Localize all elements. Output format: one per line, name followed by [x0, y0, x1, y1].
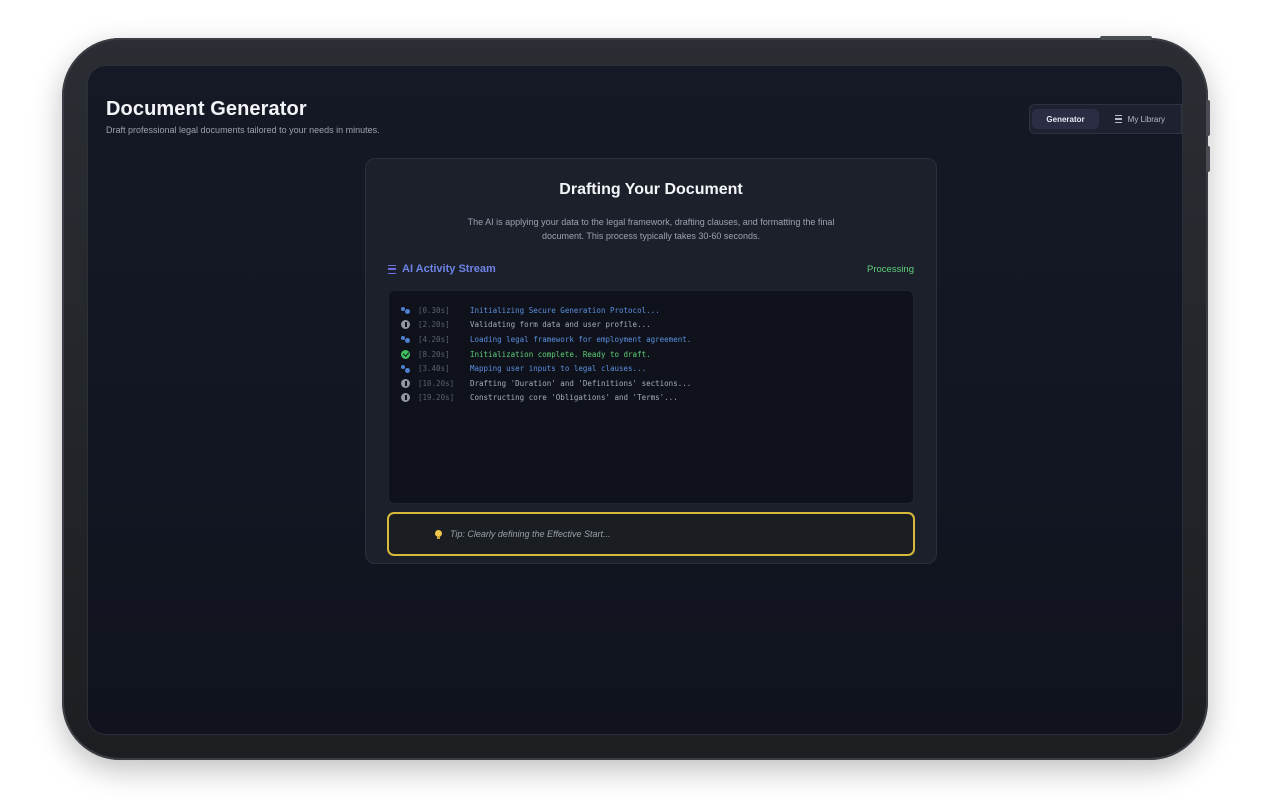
page-title: Document Generator — [106, 98, 307, 120]
log-message: Validating form data and user profile... — [470, 320, 651, 330]
app-header: Document Generator Draft professional le… — [106, 98, 380, 135]
status-badge: Processing — [867, 263, 914, 275]
log-message: Initializing Secure Generation Protocol.… — [470, 305, 660, 315]
log-message: Constructing core 'Obligations' and 'Ter… — [470, 393, 678, 403]
lightbulb-icon — [435, 529, 442, 539]
log-timestamp: [8.20s] — [418, 349, 450, 359]
log-timestamp: [3.40s] — [418, 364, 450, 374]
library-tab[interactable]: My Library — [1101, 109, 1179, 129]
info-icon — [401, 320, 410, 330]
drafting-card: Drafting Your Document The AI is applyin… — [365, 158, 937, 564]
view-switcher: Generator My Library — [1029, 104, 1182, 134]
log-message: Loading legal framework for employment a… — [470, 334, 692, 344]
processing-icon — [401, 306, 410, 315]
info-icon — [401, 378, 410, 388]
log-timestamp: [0.30s] — [418, 305, 450, 315]
tip-box: Tip: Clearly defining the Effective Star… — [387, 512, 915, 556]
card-description: The AI is applying your data to the lega… — [467, 217, 835, 241]
page-subtitle: Draft professional legal documents tailo… — [106, 125, 380, 135]
processing-icon — [401, 335, 410, 344]
device-top-button — [1100, 36, 1152, 40]
activity-log[interactable]: [0.30s] Initializing Secure Generation Pr… — [388, 290, 914, 504]
activity-stream-label: AI Activity Stream — [402, 263, 496, 275]
log-line: [2.20s] Validating form data and user pro… — [389, 318, 913, 333]
activity-stream-header: AI Activity Stream Processing — [388, 263, 914, 275]
log-message: Initialization complete. Ready to draft. — [470, 349, 651, 359]
generator-tab-label: Generator — [1046, 114, 1085, 124]
log-timestamp: [4.20s] — [418, 334, 450, 344]
check-icon — [401, 349, 410, 359]
log-timestamp: [2.20s] — [418, 320, 450, 330]
log-line: [0.30s] Initializing Secure Generation Pr… — [389, 303, 913, 318]
log-line: [4.20s] Loading legal framework for emplo… — [389, 332, 913, 347]
log-timestamp: [10.20s] — [418, 378, 455, 388]
log-message: Drafting 'Duration' and 'Definitions' se… — [470, 378, 692, 388]
activity-stream-title: AI Activity Stream — [388, 263, 496, 275]
app-screen: Document Generator Draft professional le… — [88, 66, 1182, 734]
stream-menu-icon — [388, 264, 396, 274]
log-message: Mapping user inputs to legal clauses... — [470, 364, 647, 374]
processing-icon — [401, 364, 410, 373]
log-line: [19.20s] Constructing core 'Obligations' … — [389, 391, 913, 406]
log-timestamp: [19.20s] — [418, 393, 455, 403]
card-title: Drafting Your Document — [559, 181, 743, 198]
library-icon — [1114, 115, 1122, 123]
log-line: [10.20s] Drafting 'Duration' and 'Definit… — [389, 376, 913, 391]
log-line: [8.20s] Initialization complete. Ready to… — [389, 347, 913, 362]
generator-tab[interactable]: Generator — [1032, 109, 1099, 129]
library-tab-label: My Library — [1127, 114, 1165, 124]
tip-text: Tip: Clearly defining the Effective Star… — [450, 529, 611, 539]
log-line: [3.40s] Mapping user inputs to legal clau… — [389, 361, 913, 376]
info-icon — [401, 393, 410, 403]
device-volume-down — [1206, 146, 1210, 172]
device-volume-up — [1206, 100, 1210, 136]
